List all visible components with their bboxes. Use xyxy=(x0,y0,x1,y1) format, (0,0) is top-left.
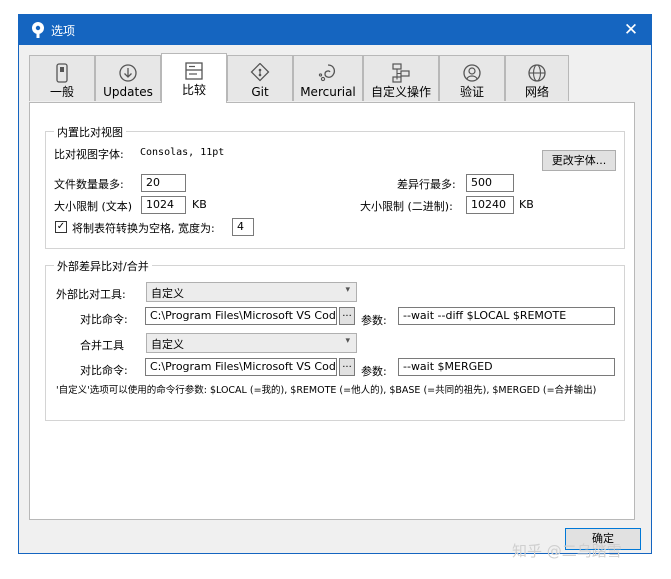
change-font-button[interactable]: 更改字体... xyxy=(542,150,616,171)
builtin-diff-group: 内置比对视图 比对视图字体: Consolas, 11pt 更改字体... 文件… xyxy=(45,124,625,249)
tab-compare[interactable]: 比较 xyxy=(161,53,227,103)
watermark: 知乎 @二乌踏雪 xyxy=(512,542,622,560)
window-title: 选项 xyxy=(51,24,76,38)
diff-tool-label: 外部比对工具: xyxy=(56,288,126,301)
merge-command-label: 对比命令: xyxy=(80,364,128,377)
network-icon xyxy=(528,64,546,82)
max-diff-lines-label: 差异行最多: xyxy=(397,178,456,191)
compare-icon xyxy=(185,62,203,80)
tab-custom-actions[interactable]: 自定义操作 xyxy=(363,55,439,101)
binary-size-limit-label: 大小限制 (二进制): xyxy=(360,200,453,213)
merge-tool-label: 合并工具 xyxy=(80,339,124,352)
merge-args-label: 参数: xyxy=(361,365,387,378)
diff-args-field[interactable]: --wait --diff $LOCAL $REMOTE xyxy=(398,307,615,325)
title-bar: 选项 ✕ xyxy=(19,15,651,45)
merge-command-browse-button[interactable]: ... xyxy=(339,358,355,376)
tabs-to-spaces-checkbox[interactable]: ✓ xyxy=(55,221,67,233)
max-files-field[interactable]: 20 xyxy=(141,174,186,192)
merge-tool-select[interactable]: 自定义 ▾ xyxy=(146,333,357,353)
diff-tool-selected: 自定义 xyxy=(151,287,184,300)
builtin-diff-group-title: 内置比对视图 xyxy=(54,124,126,140)
chevron-down-icon: ▾ xyxy=(345,336,350,346)
tab-updates[interactable]: Updates xyxy=(95,55,161,101)
diff-command-label: 对比命令: xyxy=(80,313,128,326)
diff-tool-select[interactable]: 自定义 ▾ xyxy=(146,282,357,302)
external-diff-group-title: 外部差异比对/合并 xyxy=(54,258,152,274)
git-icon xyxy=(250,63,270,82)
merge-args-field[interactable]: --wait $MERGED xyxy=(398,358,615,376)
chevron-down-icon: ▾ xyxy=(345,285,350,295)
merge-command-field[interactable]: C:\Program Files\Microsoft VS Code xyxy=(145,358,337,376)
arguments-note: '自定义'选项可以使用的命令行参数: $LOCAL (=我的), $REMOTE… xyxy=(56,385,597,396)
tab-mercurial[interactable]: Mercurial xyxy=(293,55,363,101)
mercurial-icon xyxy=(318,64,335,82)
app-logo-icon xyxy=(32,22,44,38)
text-size-limit-field[interactable]: 1024 xyxy=(141,196,186,214)
binary-size-unit: KB xyxy=(519,198,534,211)
authentication-icon xyxy=(463,64,481,82)
tab-width-field[interactable]: 4 xyxy=(232,218,254,236)
diff-command-field[interactable]: C:\Program Files\Microsoft VS Code xyxy=(145,307,337,325)
tab-authentication[interactable]: 验证 xyxy=(439,55,505,101)
general-icon xyxy=(56,63,68,83)
diff-font-label: 比对视图字体: xyxy=(54,148,124,161)
options-window: 选项 ✕ 一般 Updates 比较 Git Mercurial 自定义操作 验… xyxy=(18,14,652,554)
tab-bar: 一般 Updates 比较 Git Mercurial 自定义操作 验证 网络 xyxy=(29,53,569,103)
custom-actions-icon xyxy=(392,63,410,83)
diff-font-value: Consolas, 11pt xyxy=(140,147,225,158)
tab-git[interactable]: Git xyxy=(227,55,293,101)
compare-tab-panel: 内置比对视图 比对视图字体: Consolas, 11pt 更改字体... 文件… xyxy=(29,102,635,520)
text-size-limit-label: 大小限制 (文本) xyxy=(54,200,133,213)
tab-general[interactable]: 一般 xyxy=(29,55,95,101)
binary-size-limit-field[interactable]: 10240 xyxy=(466,196,514,214)
external-diff-group: 外部差异比对/合并 外部比对工具: 自定义 ▾ 对比命令: C:\Program… xyxy=(45,258,625,421)
merge-tool-selected: 自定义 xyxy=(151,338,184,351)
max-diff-lines-field[interactable]: 500 xyxy=(466,174,514,192)
tab-network[interactable]: 网络 xyxy=(505,55,569,101)
text-size-unit: KB xyxy=(192,198,207,211)
updates-icon xyxy=(119,64,137,82)
diff-args-label: 参数: xyxy=(361,314,387,327)
diff-command-browse-button[interactable]: ... xyxy=(339,307,355,325)
close-button[interactable]: ✕ xyxy=(611,15,651,45)
tabs-to-spaces-label: 将制表符转换为空格, 宽度为: xyxy=(72,222,215,235)
max-files-label: 文件数量最多: xyxy=(54,178,124,191)
